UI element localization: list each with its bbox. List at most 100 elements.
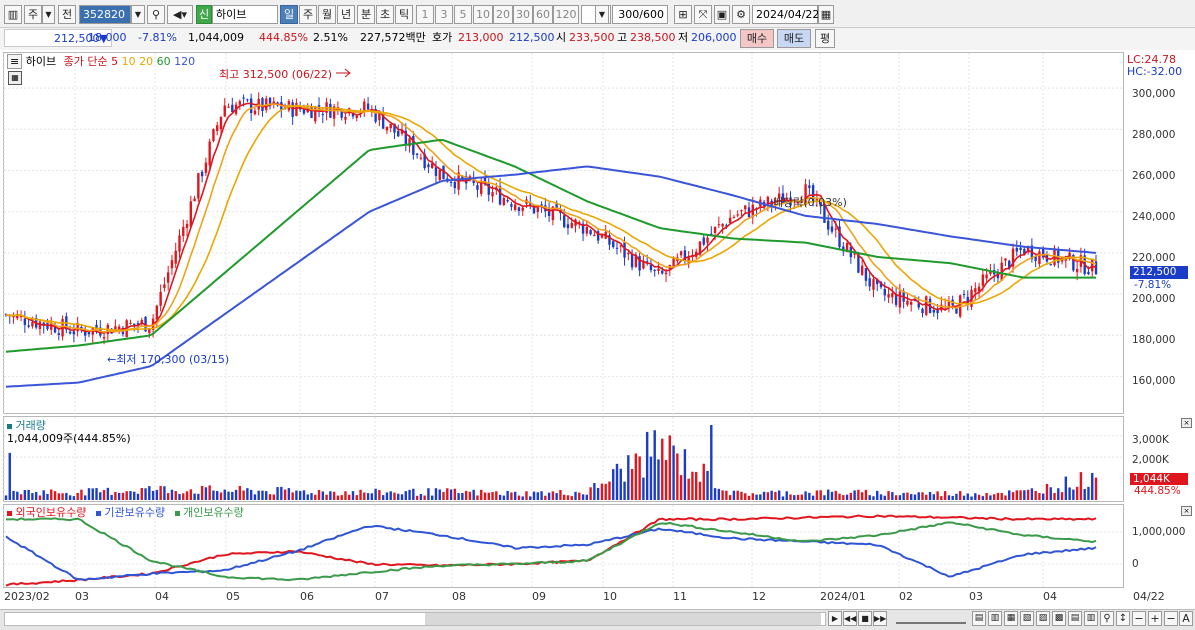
price-tick: 200,000 bbox=[1132, 293, 1176, 305]
layout-icon-3[interactable]: ▦ bbox=[1004, 611, 1018, 626]
magnify-icon[interactable]: ⚲ bbox=[1100, 611, 1114, 626]
volume-tick: 2,000K bbox=[1132, 454, 1169, 466]
layout-icon-5[interactable]: ▨ bbox=[1036, 611, 1050, 626]
volume-bar bbox=[1011, 492, 1015, 500]
price-panel-menu-icon[interactable]: ≡ bbox=[7, 54, 23, 69]
volume-bar bbox=[853, 490, 856, 500]
candle-body bbox=[834, 228, 837, 230]
volume-bar bbox=[102, 490, 106, 500]
candle-body bbox=[909, 301, 913, 305]
individual-legend-marker bbox=[174, 510, 180, 516]
x-axis-label: 04 bbox=[1043, 590, 1057, 603]
zoom-in-icon[interactable]: + bbox=[1148, 611, 1162, 626]
candle-body bbox=[664, 272, 668, 275]
volume-bar bbox=[430, 495, 434, 500]
stock-name-label: 하이브 bbox=[25, 55, 57, 68]
candle-body bbox=[630, 254, 634, 268]
min-price-label: ←최저 170,300 (03/15) bbox=[107, 353, 230, 366]
volume-bar bbox=[917, 492, 920, 500]
holding-tick: 0 bbox=[1132, 558, 1139, 570]
candle-body bbox=[434, 167, 438, 176]
rewind-icon[interactable]: ◀◀ bbox=[843, 611, 857, 626]
candle-body bbox=[974, 288, 977, 293]
scroll-thumb[interactable] bbox=[425, 613, 821, 625]
text-size-icon[interactable]: A bbox=[1179, 611, 1193, 626]
volume-bar bbox=[574, 491, 577, 500]
volume-bar bbox=[419, 494, 423, 500]
volume-bar bbox=[608, 481, 611, 500]
layout-icon-2[interactable]: ▥ bbox=[988, 611, 1002, 626]
scroll-right-icon[interactable]: ▶ bbox=[828, 611, 842, 626]
candle-body bbox=[378, 112, 381, 121]
volume-bar bbox=[1060, 492, 1064, 500]
holding-tick: 1,000,000 bbox=[1132, 526, 1186, 538]
zoom-out-icon[interactable]: − bbox=[1132, 611, 1146, 626]
candle-body bbox=[129, 322, 132, 324]
volume-bar bbox=[370, 493, 374, 500]
zoom-slider[interactable] bbox=[896, 614, 966, 624]
volume-bar bbox=[593, 483, 596, 500]
holding-panel-close-icon[interactable]: × bbox=[1181, 506, 1192, 516]
volume-bar bbox=[182, 493, 185, 500]
volume-bar bbox=[227, 491, 230, 500]
price-tick: 240,000 bbox=[1132, 211, 1176, 223]
volume-bar bbox=[1064, 476, 1068, 500]
candle-body bbox=[585, 226, 589, 234]
pin-icon[interactable]: ↕ bbox=[1116, 611, 1130, 626]
forward-icon[interactable]: ▶▶ bbox=[873, 611, 887, 626]
volume-bar bbox=[329, 491, 332, 500]
candle-body bbox=[521, 207, 524, 211]
volume-bar bbox=[1000, 492, 1003, 500]
table-icon[interactable]: ▦ bbox=[8, 71, 22, 85]
layout-icon-6[interactable]: ▩ bbox=[1052, 611, 1066, 626]
volume-bar bbox=[544, 495, 547, 500]
volume-bar bbox=[91, 488, 94, 500]
candle-body bbox=[427, 164, 430, 168]
volume-bar bbox=[397, 493, 400, 500]
layout-icon-4[interactable]: ▧ bbox=[1020, 611, 1034, 626]
candle-body bbox=[295, 102, 298, 116]
volume-bar bbox=[363, 492, 366, 500]
volume-panel-close-icon[interactable]: × bbox=[1181, 418, 1192, 428]
institution-legend-marker bbox=[95, 510, 101, 516]
volume-bar bbox=[823, 495, 826, 500]
candle-body bbox=[449, 181, 453, 183]
legend-individual: 개인보유수량 bbox=[183, 506, 244, 519]
volume-bar bbox=[747, 495, 751, 500]
volume-bar bbox=[442, 491, 445, 500]
candle-body bbox=[627, 252, 630, 255]
volume-bar bbox=[728, 495, 732, 500]
volume-bar bbox=[1015, 490, 1018, 500]
x-axis-label: 08 bbox=[452, 590, 466, 603]
minus-icon[interactable]: − bbox=[1164, 611, 1178, 626]
layout-icon-1[interactable]: ▤ bbox=[972, 611, 986, 626]
volume-bar bbox=[966, 493, 969, 500]
volume-bar bbox=[642, 477, 645, 500]
volume-bar bbox=[1019, 490, 1022, 500]
volume-bar bbox=[268, 494, 272, 500]
candle-body bbox=[344, 116, 347, 120]
volume-bar bbox=[879, 494, 883, 500]
candle-body bbox=[589, 230, 592, 235]
volume-bar bbox=[989, 495, 992, 500]
horizontal-scrollbar[interactable] bbox=[4, 612, 826, 626]
volume-bar bbox=[393, 492, 396, 500]
volume-bar bbox=[774, 491, 777, 500]
volume-bar bbox=[936, 491, 939, 500]
volume-current-rate: 444.85% bbox=[1134, 485, 1181, 497]
stop-icon[interactable]: ■ bbox=[858, 611, 872, 626]
volume-bar bbox=[808, 492, 811, 500]
volume-bar bbox=[619, 468, 622, 500]
volume-bar bbox=[427, 488, 430, 500]
candle-body bbox=[291, 102, 294, 117]
volume-bar bbox=[434, 488, 438, 500]
layout-icon-7[interactable]: ▤ bbox=[1068, 611, 1082, 626]
volume-bar bbox=[649, 456, 653, 500]
volume-bar bbox=[404, 491, 407, 500]
candle-body bbox=[517, 207, 521, 211]
volume-bar bbox=[472, 489, 475, 500]
volume-bar bbox=[974, 493, 977, 500]
candle-body bbox=[487, 182, 490, 195]
volume-bar bbox=[325, 494, 328, 500]
layout-icon-8[interactable]: ▥ bbox=[1084, 611, 1098, 626]
